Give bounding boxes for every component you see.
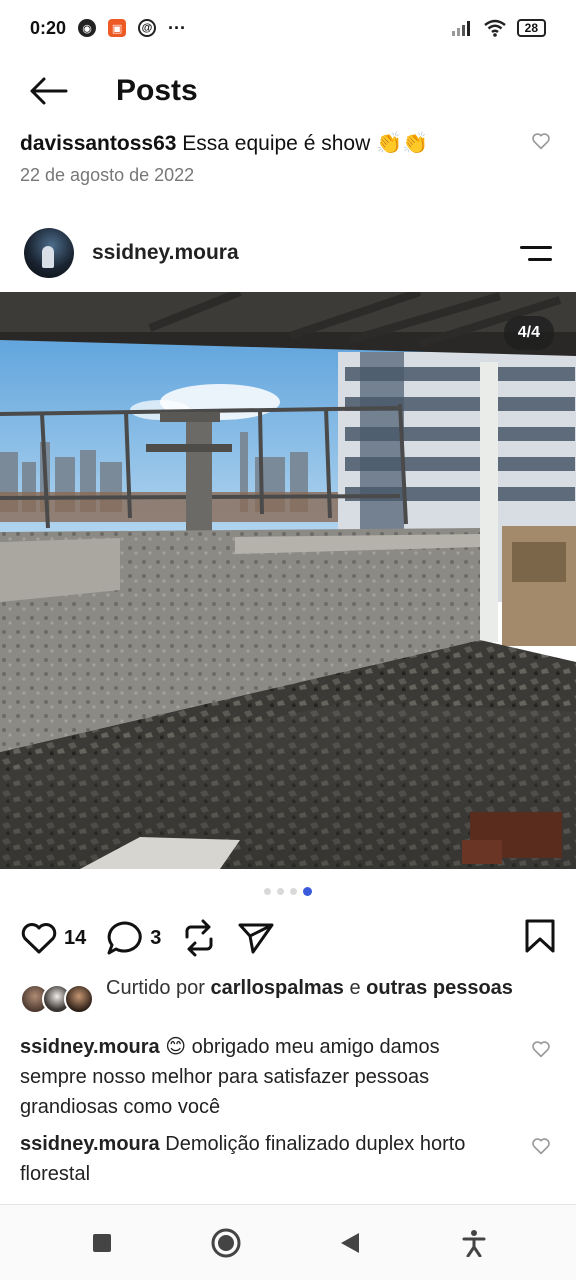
repost-button[interactable]	[181, 919, 217, 957]
rooftop-photo	[0, 292, 576, 869]
speech-bubble-icon	[107, 921, 142, 955]
send-icon	[238, 923, 274, 954]
carousel-dot	[290, 888, 297, 895]
comment-like-button[interactable]	[530, 1038, 552, 1060]
shopping-notification-icon: ▣	[108, 19, 127, 37]
triangle-back-icon	[341, 1232, 359, 1253]
back-button[interactable]	[18, 64, 78, 118]
heart-icon	[21, 923, 57, 954]
arrow-left-icon	[30, 77, 68, 105]
liked-by-row[interactable]: Curtido por carllospalmas e outras pesso…	[20, 976, 556, 1014]
threads-notification-icon: @	[138, 19, 157, 37]
post-menu-button[interactable]	[520, 238, 556, 268]
carousel-dot-active	[303, 887, 312, 896]
heart-icon	[532, 133, 550, 150]
heart-icon	[532, 1138, 550, 1155]
carousel-indicator	[0, 887, 576, 896]
like-count: 14	[64, 926, 87, 949]
status-time: 0:20	[30, 17, 67, 38]
page-title: Posts	[116, 74, 198, 107]
signal-icon	[451, 21, 470, 36]
nav-back-button[interactable]	[330, 1223, 370, 1263]
comment-item: ssidney.moura Demolição finalizado duple…	[20, 1129, 556, 1189]
comment-button[interactable]: 3	[106, 920, 161, 956]
post-actions: 14 3	[0, 912, 576, 964]
comment-username[interactable]: ssidney.moura	[20, 1036, 160, 1058]
recents-button[interactable]	[82, 1223, 122, 1263]
circle-icon	[211, 1228, 241, 1257]
square-icon	[93, 1233, 111, 1252]
like-button[interactable]: 14	[20, 921, 86, 955]
home-button[interactable]	[206, 1223, 246, 1263]
app-notification-icon: ◉	[78, 19, 97, 37]
comment-like-button[interactable]	[530, 130, 552, 152]
liked-by-prefix: Curtido por	[106, 977, 205, 999]
wifi-icon	[483, 19, 506, 37]
liked-by-others[interactable]: outras pessoas	[366, 977, 513, 999]
post-username[interactable]: ssidney.moura	[92, 241, 239, 265]
comment-like-button[interactable]	[530, 1135, 552, 1157]
app-header: Posts	[0, 64, 576, 118]
liked-by-text: Curtido por carllospalmas e outras pesso…	[106, 976, 513, 1001]
avatar	[64, 984, 94, 1014]
carousel-dot	[264, 888, 271, 895]
status-bar: 0:20 ◉ ▣ @ ··· 28	[0, 0, 576, 56]
menu-line-icon	[520, 245, 552, 249]
comment-username[interactable]: ssidney.moura	[20, 1133, 160, 1155]
liked-by-connector: e	[349, 977, 361, 999]
system-nav-bar	[0, 1204, 576, 1280]
carousel-dot	[277, 888, 284, 895]
post-header: ssidney.moura	[0, 226, 576, 280]
battery-indicator: 28	[516, 19, 546, 37]
repost-icon	[185, 919, 213, 957]
avatar[interactable]	[24, 228, 74, 278]
heart-icon	[532, 1041, 550, 1058]
share-button[interactable]	[237, 921, 275, 955]
comment-item: ssidney.moura 😊 obrigado meu amigo damos…	[20, 1032, 556, 1122]
liker-avatars	[20, 984, 106, 1014]
menu-line-icon	[528, 257, 552, 261]
post-image[interactable]	[0, 292, 576, 869]
comment-date: 22 de agosto de 2022	[20, 165, 195, 185]
comment-count: 3	[150, 926, 162, 949]
bookmark-icon	[525, 919, 555, 952]
comment-text: Essa equipe é show 👏👏	[182, 132, 429, 155]
liked-by-user[interactable]: carllospalmas	[211, 977, 344, 999]
more-notifications-icon: ···	[168, 17, 187, 38]
accessibility-icon	[462, 1229, 486, 1257]
accessibility-button[interactable]	[454, 1223, 494, 1263]
save-button[interactable]	[524, 918, 556, 959]
comment-username[interactable]: davissantoss63	[20, 132, 176, 155]
image-counter: 4/4	[503, 316, 554, 350]
previous-comment: davissantoss63 Essa equipe é show 👏👏 22 …	[20, 128, 556, 186]
